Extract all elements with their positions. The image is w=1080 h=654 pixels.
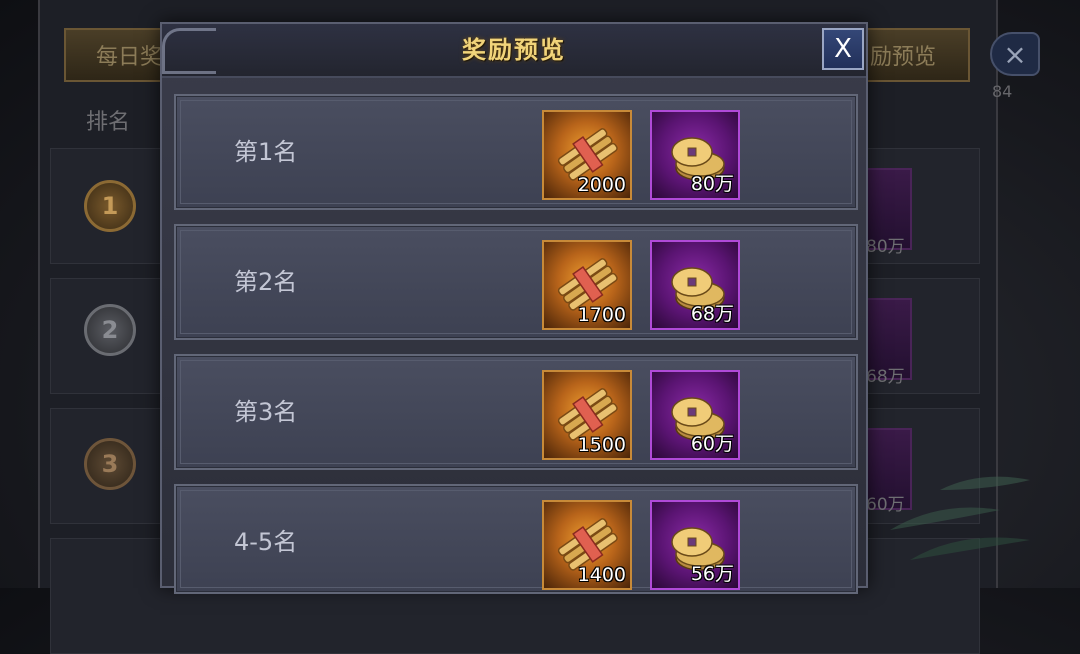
reward-preview-modal: 奖励预览 X 第1名 2000 80万 第2名 1700 68万 第3名 150… [160,22,868,594]
close-button[interactable]: X [822,28,864,70]
rank-label: 第1名 [234,138,298,166]
scroll-bundle-item[interactable]: 1400 [542,500,632,590]
bamboo-leaves-icon [890,476,1030,560]
background-close-icon[interactable]: × [990,32,1040,76]
rank-label: 4-5名 [234,528,298,556]
rank-label: 第2名 [234,268,298,296]
rank-column-header: 排名 [86,110,131,135]
bronze-medal-icon: 3 [84,438,136,490]
copper-coins-item[interactable]: 80万 [650,110,740,200]
background-coin-label: 80万 [866,237,905,257]
coin-quantity: 56万 [690,563,734,585]
scroll-bundle-item[interactable]: 1500 [542,370,632,460]
copper-coins-item[interactable]: 56万 [650,500,740,590]
rank-label: 第3名 [234,398,298,426]
reward-row-rank-3: 第3名 1500 60万 [174,354,858,470]
coin-quantity: 68万 [690,303,734,325]
scroll-quantity: 2000 [577,174,626,196]
copper-coins-item[interactable]: 60万 [650,370,740,460]
scroll-bundle-item[interactable]: 2000 [542,110,632,200]
side-number: 84 [992,82,1013,101]
reward-row-rank-4-5: 4-5名 1400 56万 [174,484,858,594]
background-coin-label: 68万 [866,367,905,387]
daily-reward-tab[interactable]: 每日奖 [64,28,174,82]
scroll-bundle-item[interactable]: 1700 [542,240,632,330]
scroll-quantity: 1400 [577,564,626,586]
scroll-quantity: 1500 [577,434,626,456]
reward-row-rank-1: 第1名 2000 80万 [174,94,858,210]
scroll-quantity: 1700 [577,304,626,326]
coin-quantity: 60万 [690,433,734,455]
copper-coins-item[interactable]: 68万 [650,240,740,330]
coin-quantity: 80万 [690,173,734,195]
gold-medal-icon: 1 [84,180,136,232]
reward-row-rank-2: 第2名 1700 68万 [174,224,858,340]
reward-preview-tab[interactable]: 励预览 [866,28,970,82]
modal-title: 奖励预览 [462,35,566,64]
silver-medal-icon: 2 [84,304,136,356]
